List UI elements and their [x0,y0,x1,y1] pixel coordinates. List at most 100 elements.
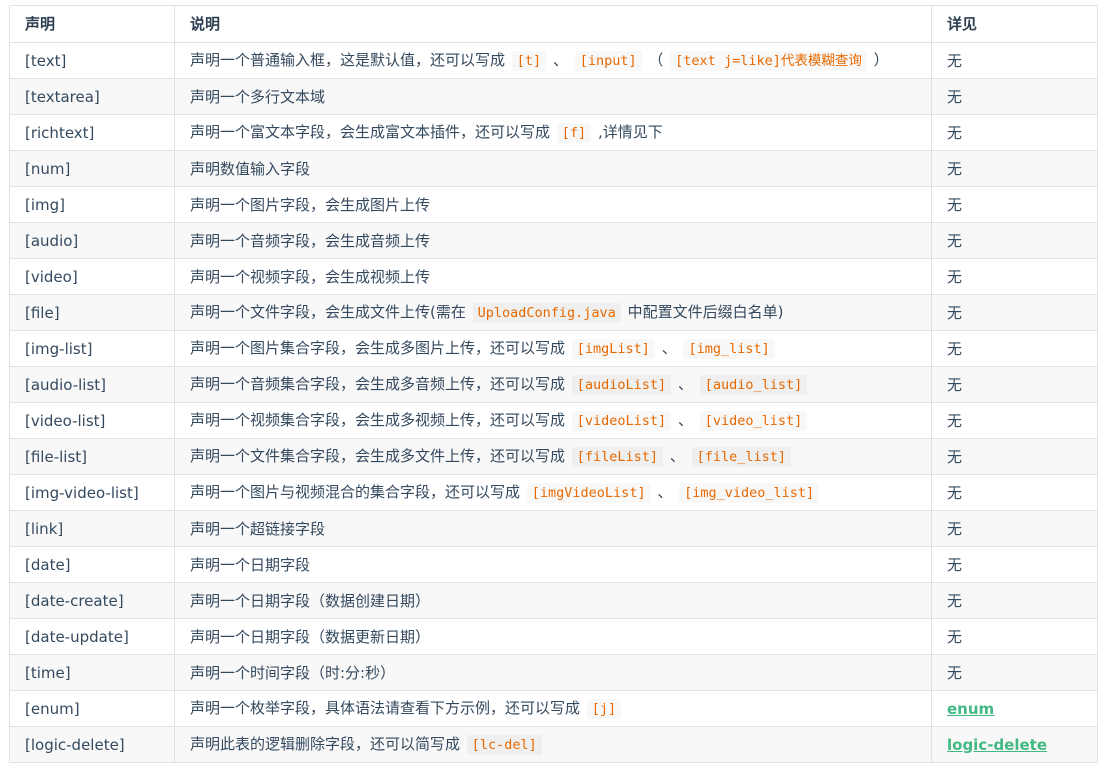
description-cell: 声明一个日期字段（数据更新日期） [174,618,932,655]
table-row: [logic-delete] 声明此表的逻辑删除字段，还可以简写成 [lc-del… [9,726,1098,763]
table-row: [date-update] 声明一个日期字段（数据更新日期） 无 [9,618,1098,655]
see-also-cell: 无 [931,114,1098,151]
description-text: 声明一个多行文本域 [190,87,326,106]
declaration-cell: [img-video-list] [9,474,175,511]
description-text: 、 [548,51,573,70]
description-cell: 声明一个音频字段，会生成音频上传 [174,222,932,259]
declaration-cell: [audio-list] [9,366,175,403]
description-text: 、 [673,411,698,430]
description-text: 声明一个文件字段，会生成文件上传(需在 [190,303,471,322]
see-also-cell: 无 [931,582,1098,619]
description-cell: 声明一个文件字段，会生成文件上传(需在 UploadConfig.java 中配… [174,294,932,331]
see-also-cell: 无 [931,258,1098,295]
description-text: 声明一个超链接字段 [190,519,326,538]
see-also-cell: 无 [931,330,1098,367]
see-also-cell: 无 [931,546,1098,583]
declaration-cell: [enum] [9,690,175,727]
table-row: [text] 声明一个普通输入框，这是默认值，还可以写成 [t] 、 [input… [9,42,1098,79]
declaration-cell: [text] [9,42,175,79]
table-row: [richtext] 声明一个富文本字段，会生成富文本插件，还可以写成 [f] ,… [9,114,1098,151]
description-cell: 声明一个日期字段（数据创建日期） [174,582,932,619]
description-cell: 声明一个枚举字段，具体语法请查看下方示例，还可以写成 [j] [174,690,932,727]
description-cell: 声明一个图片与视频混合的集合字段，还可以写成 [imgVideoList] 、 … [174,474,932,511]
description-text: 声明一个枚举字段，具体语法请查看下方示例，还可以写成 [190,699,585,718]
inline-code: [img_list] [683,339,775,360]
description-text: 声明一个时间字段（时:分:秒） [190,663,396,682]
see-also-link[interactable]: enum [947,700,994,718]
declaration-cell: [logic-delete] [9,726,175,763]
declaration-cell: [img-list] [9,330,175,367]
description-text: 声明一个音频集合字段，会生成多音频上传，还可以写成 [190,375,570,394]
inline-code: [t] [511,51,547,72]
table-row: [enum] 声明一个枚举字段，具体语法请查看下方示例，还可以写成 [j] enum [9,690,1098,727]
description-cell: 声明一个富文本字段，会生成富文本插件，还可以写成 [f] ,详情见下 [174,114,932,151]
description-text: （ [643,51,669,70]
inline-code: UploadConfig.java [472,303,621,324]
declaration-cell: [richtext] [9,114,175,151]
inline-code: [text j=like]代表模糊查询 [670,51,867,72]
see-also-cell: enum [931,690,1098,727]
description-text: 中配置文件后缀白名单) [622,303,784,322]
declaration-cell: [video-list] [9,402,175,439]
see-also-cell: 无 [931,438,1098,475]
see-also-cell: 无 [931,618,1098,655]
description-text: 声明一个富文本字段，会生成富文本插件，还可以写成 [190,123,555,142]
see-also-cell: 无 [931,42,1098,79]
declaration-cell: [date] [9,546,175,583]
description-text: 声明一个音频字段，会生成音频上传 [190,231,431,250]
table-row: [img] 声明一个图片字段，会生成图片上传 无 [9,186,1098,223]
description-text: 声明一个图片集合字段，会生成多图片上传，还可以写成 [190,339,570,358]
see-also-cell: 无 [931,294,1098,331]
description-cell: 声明一个超链接字段 [174,510,932,547]
description-cell: 声明一个视频字段，会生成视频上传 [174,258,932,295]
table-row: [file] 声明一个文件字段，会生成文件上传(需在 UploadConfig.j… [9,294,1098,331]
inline-code: [audioList] [571,375,672,396]
description-cell: 声明一个时间字段（时:分:秒） [174,654,932,691]
declaration-cell: [date-update] [9,618,175,655]
description-text: 声明一个视频集合字段，会生成多视频上传，还可以写成 [190,411,570,430]
inline-code: [f] [556,123,592,144]
see-also-cell: 无 [931,186,1098,223]
declaration-cell: [video] [9,258,175,295]
header-row: 声明 说明 详见 [9,5,1098,43]
description-cell: 声明一个日期字段 [174,546,932,583]
see-also-link[interactable]: logic-delete [947,736,1047,754]
see-also-cell: 无 [931,654,1098,691]
description-text: 声明数值输入字段 [190,159,311,178]
header-declaration: 声明 [9,5,175,43]
field-type-table: 声明 说明 详见 [text] 声明一个普通输入框，这是默认值，还可以写成 [t]… [9,5,1098,763]
description-cell: 声明一个多行文本域 [174,78,932,115]
description-text: 声明此表的逻辑删除字段，还可以简写成 [190,735,465,754]
inline-code: [audio_list] [699,375,808,396]
description-cell: 声明数值输入字段 [174,150,932,187]
description-text: 声明一个文件集合字段，会生成多文件上传，还可以写成 [190,447,570,466]
see-also-cell: 无 [931,150,1098,187]
table-row: [file-list] 声明一个文件集合字段，会生成多文件上传，还可以写成 [fi… [9,438,1098,475]
description-text: 声明一个日期字段（数据更新日期） [190,627,431,646]
inline-code: [imgList] [571,339,655,360]
table-row: [textarea] 声明一个多行文本域 无 [9,78,1098,115]
see-also-cell: 无 [931,510,1098,547]
table-row: [video-list] 声明一个视频集合字段，会生成多视频上传，还可以写成 [v… [9,402,1098,439]
description-text: 声明一个日期字段 [190,555,311,574]
table-row: [video] 声明一个视频字段，会生成视频上传 无 [9,258,1098,295]
see-also-cell: 无 [931,78,1098,115]
header-description: 说明 [174,5,932,43]
description-cell: 声明一个图片字段，会生成图片上传 [174,186,932,223]
description-cell: 声明一个音频集合字段，会生成多音频上传，还可以写成 [audioList] 、 … [174,366,932,403]
declaration-cell: [file] [9,294,175,331]
declaration-cell: [img] [9,186,175,223]
table-row: [img-list] 声明一个图片集合字段，会生成多图片上传，还可以写成 [img… [9,330,1098,367]
description-text: 、 [665,447,690,466]
description-text: 、 [652,483,678,502]
inline-code: [lc-del] [466,735,542,756]
see-also-cell: 无 [931,402,1098,439]
table-row: [img-video-list] 声明一个图片与视频混合的集合字段，还可以写成 [… [9,474,1098,511]
description-text: 声明一个视频字段，会生成视频上传 [190,267,431,286]
description-text: 声明一个图片字段，会生成图片上传 [190,195,431,214]
description-cell: 声明一个普通输入框，这是默认值，还可以写成 [t] 、 [input] （ [t… [174,42,932,79]
see-also-cell: 无 [931,222,1098,259]
declaration-cell: [audio] [9,222,175,259]
description-text: 、 [673,375,698,394]
description-text: 、 [656,339,682,358]
